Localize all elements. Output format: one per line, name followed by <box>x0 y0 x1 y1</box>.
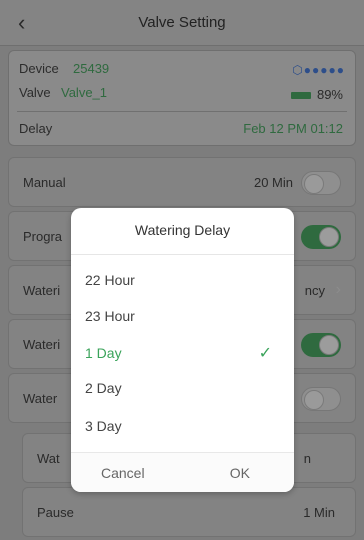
water-sub-value: n <box>303 451 311 466</box>
battery-percent: 89% <box>316 87 343 102</box>
valve-name: Valve_1 <box>61 85 108 100</box>
header-bar: ‹ Valve Setting <box>0 0 364 46</box>
dialog-divider <box>71 254 294 255</box>
toggle-knob <box>319 335 339 355</box>
option-3-day[interactable]: 3 Day <box>85 418 122 434</box>
card-divider <box>17 111 347 112</box>
water-sub-label: Wat <box>37 451 60 466</box>
water-toggle[interactable] <box>301 387 341 411</box>
option-2-day[interactable]: 2 Day <box>85 380 122 396</box>
manual-label: Manual <box>23 175 66 190</box>
water-label: Water <box>23 391 58 406</box>
pause-value: 1 Min <box>303 505 335 520</box>
delay-value[interactable]: Feb 12 PM 01:12 <box>243 121 343 136</box>
watering-frequency-label: Wateri <box>23 283 61 298</box>
watering-delay-dialog: Watering Delay 22 Hour 23 Hour 1 Day ✓ 2… <box>71 208 294 492</box>
toggle-knob <box>304 390 324 410</box>
bluetooth-signal-icon: ⬡●●●●● <box>292 63 345 77</box>
option-22-hour[interactable]: 22 Hour <box>85 272 135 288</box>
battery-icon <box>290 92 311 100</box>
toggle-knob <box>319 227 339 247</box>
toggle-knob <box>304 174 324 194</box>
valve-label: Valve <box>19 85 51 100</box>
dialog-footer: Cancel OK <box>71 452 294 492</box>
dialog-title: Watering Delay <box>134 222 231 238</box>
cancel-button[interactable]: Cancel <box>101 465 145 481</box>
watering-toggle[interactable] <box>301 333 341 357</box>
pause-row[interactable]: Pause 1 Min <box>22 487 356 537</box>
battery-status: 89% <box>290 87 343 102</box>
option-1-day[interactable]: 1 Day <box>85 345 122 361</box>
program-label: Progra <box>23 229 63 244</box>
screen: ‹ Valve Setting Device 25439 ⬡●●●●● Valv… <box>0 0 364 540</box>
manual-toggle[interactable] <box>301 171 341 195</box>
ok-button[interactable]: OK <box>230 465 250 481</box>
delay-label: Delay <box>19 121 53 136</box>
manual-duration: 20 Min <box>253 175 293 190</box>
checkmark-icon: ✓ <box>258 345 272 362</box>
program-toggle[interactable] <box>301 225 341 249</box>
device-card: Device 25439 ⬡●●●●● Valve Valve_1 89% De… <box>8 50 356 146</box>
pause-label: Pause <box>37 505 74 520</box>
watering-frequency-value: ncy <box>304 283 325 298</box>
device-label: Device <box>19 61 59 76</box>
chevron-right-icon: › <box>335 281 341 298</box>
watering-label: Wateri <box>23 337 61 352</box>
option-23-hour[interactable]: 23 Hour <box>85 308 135 324</box>
page-title: Valve Setting <box>138 14 226 31</box>
device-id: 25439 <box>73 61 110 76</box>
manual-row[interactable]: Manual 20 Min <box>8 157 356 207</box>
